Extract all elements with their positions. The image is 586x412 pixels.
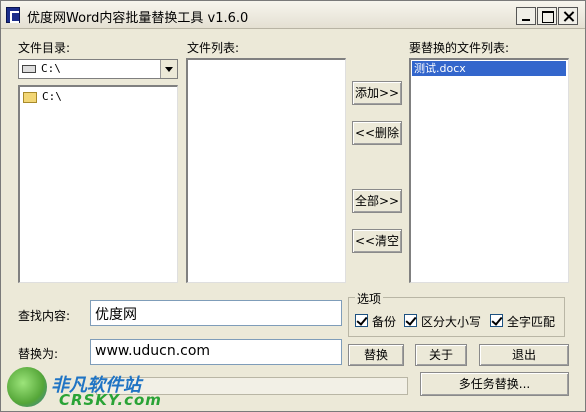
folder-icon	[23, 92, 37, 103]
list-item[interactable]: 测试.docx	[412, 61, 566, 76]
replace-button[interactable]: 替换	[348, 344, 404, 366]
remove-button[interactable]: <<删除	[352, 121, 402, 145]
about-button[interactable]: 关于	[415, 344, 467, 366]
checkbox-checked-icon	[490, 314, 503, 327]
find-label: 查找内容:	[18, 309, 71, 323]
replace-file-list[interactable]: 测试.docx	[409, 58, 569, 283]
maximize-button[interactable]	[537, 7, 557, 25]
app-icon	[6, 7, 20, 23]
clear-button[interactable]: <<清空	[352, 229, 402, 253]
add-button[interactable]: 添加>>	[352, 81, 402, 105]
options-legend: 选项	[355, 290, 384, 307]
checkbox-checked-icon	[404, 314, 417, 327]
chevron-down-icon[interactable]	[160, 60, 177, 78]
close-button[interactable]	[558, 7, 578, 25]
case-sensitive-checkbox-label: 区分大小写	[421, 315, 482, 329]
title-bar[interactable]: 优度网Word内容批量替换工具 v1.6.0	[1, 1, 585, 29]
crsky-logo-icon	[7, 367, 47, 407]
drive-select-value: C:\	[41, 62, 61, 75]
replace-list-label: 要替换的文件列表:	[409, 41, 510, 55]
dir-label: 文件目录:	[18, 41, 71, 55]
watermark: 非凡软件站 CRSKY.com	[1, 359, 161, 412]
file-list-label: 文件列表:	[187, 41, 240, 55]
multi-task-replace-button[interactable]: 多任务替换...	[420, 372, 569, 396]
add-all-button[interactable]: 全部>>	[352, 189, 402, 213]
options-group: 选项 备份 区分大小写 全字匹配	[348, 290, 565, 337]
minimize-button[interactable]	[516, 7, 536, 25]
app-window: 优度网Word内容批量替换工具 v1.6.0 文件目录: 文件列表: 要替换的文…	[0, 0, 586, 412]
window-title: 优度网Word内容批量替换工具 v1.6.0	[27, 11, 249, 26]
find-input[interactable]: 优度网	[90, 300, 342, 326]
backup-checkbox-label: 备份	[372, 315, 397, 329]
watermark-text-en: CRSKY.com	[59, 391, 162, 409]
directory-tree[interactable]: C:\	[18, 85, 178, 283]
drive-icon	[22, 65, 36, 73]
checkbox-checked-icon	[355, 314, 368, 327]
whole-word-checkbox-label: 全字匹配	[507, 315, 556, 329]
exit-button[interactable]: 退出	[479, 344, 569, 366]
drive-select[interactable]: C:\	[18, 59, 178, 79]
file-list[interactable]	[186, 58, 346, 283]
dir-item-label: C:\	[42, 90, 62, 103]
